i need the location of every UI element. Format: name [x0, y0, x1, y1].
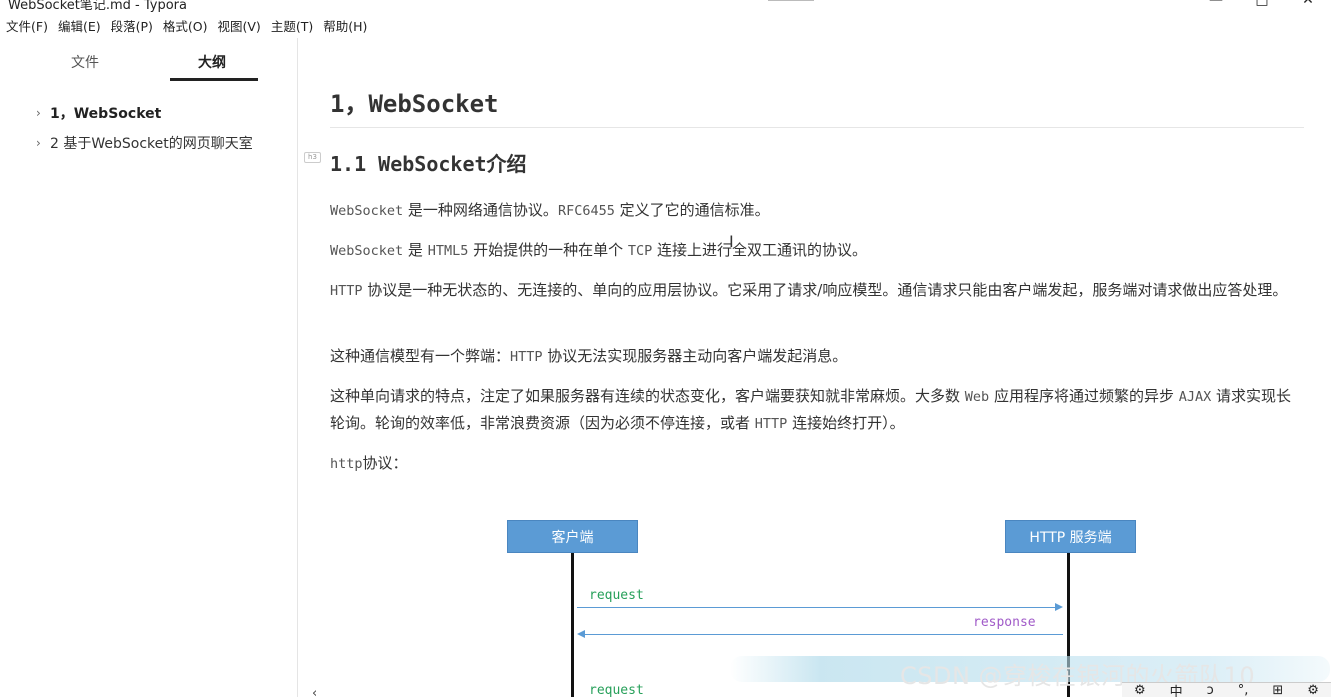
- outline-item-websocket[interactable]: › 1，WebSocket: [0, 98, 298, 128]
- menu-paragraph[interactable]: 段落(P): [111, 16, 153, 35]
- ime-settings-icon[interactable]: ⚙: [1134, 683, 1146, 697]
- paragraph-4: 这种通信模型有一个弊端：HTTP 协议无法实现服务器主动向客户端发起消息。: [330, 347, 848, 365]
- menu-theme[interactable]: 主题(T): [271, 16, 313, 35]
- client-lifeline: [571, 553, 574, 697]
- tab-outline[interactable]: 大纲: [198, 52, 226, 72]
- heading-level-marker: h3: [304, 152, 321, 163]
- ime-punctuation-icon[interactable]: °,: [1238, 683, 1249, 697]
- window-controls: — □ ✕: [1193, 0, 1331, 8]
- menu-help[interactable]: 帮助(H): [323, 16, 367, 35]
- close-button[interactable]: ✕: [1285, 0, 1331, 8]
- paragraph-3: HTTP 协议是一种无状态的、无连接的、单向的应用层协议。它采用了请求/响应模型…: [330, 281, 1288, 299]
- menu-view[interactable]: 视图(V): [218, 16, 261, 35]
- menu-file[interactable]: 文件(F): [6, 16, 48, 35]
- active-tab-indicator: [170, 78, 258, 81]
- message-label-response: response: [973, 615, 1036, 630]
- heading-2: 1.1 WebSocket介绍: [330, 152, 527, 176]
- menu-format[interactable]: 格式(O): [163, 16, 208, 35]
- maximize-button[interactable]: □: [1239, 0, 1285, 8]
- heading-rule: [330, 127, 1304, 128]
- paragraph-2: WebSocket 是 HTML5 开始提供的一种在单个 TCP 连接上进行全双…: [330, 241, 868, 259]
- sidebar-tabs: 文件 大纲: [0, 38, 297, 84]
- message-label-request-2: request: [589, 683, 644, 697]
- ime-toolbar: ⚙ 中 ɔ °, ⊞ ⚙: [1122, 682, 1331, 697]
- server-node: HTTP 服务端: [1005, 520, 1136, 553]
- outline-item-chatroom[interactable]: › 2 基于WebSocket的网页聊天室: [0, 128, 298, 158]
- chevron-right-icon[interactable]: ›: [36, 106, 50, 120]
- ime-gear-icon[interactable]: ⚙: [1307, 683, 1319, 697]
- ime-chinese-mode[interactable]: 中: [1170, 681, 1183, 697]
- title-bar-center-mark: [768, 0, 814, 3]
- tab-files[interactable]: 文件: [71, 52, 99, 72]
- menu-bar: 文件(F) 编辑(E) 段落(P) 格式(O) 视图(V) 主题(T) 帮助(H…: [0, 14, 377, 36]
- editor-content[interactable]: 1，WebSocket h3 1.1 WebSocket介绍 WebSocket…: [299, 38, 1331, 697]
- outline-list: › 1，WebSocket › 2 基于WebSocket的网页聊天室: [0, 98, 298, 158]
- client-node: 客户端: [507, 520, 638, 553]
- sidebar: 文件 大纲 › 1，WebSocket › 2 基于WebSocket的网页聊天…: [0, 38, 317, 697]
- arrow-response: [577, 630, 1063, 638]
- ime-moon-icon[interactable]: ɔ: [1207, 683, 1214, 697]
- menu-edit[interactable]: 编辑(E): [58, 16, 101, 35]
- paragraph-5: 这种单向请求的特点，注定了如果服务器有连续的状态变化，客户端要获知就非常麻烦。大…: [330, 387, 1292, 432]
- title-bar: WebSocket笔记.md - Typora — □ ✕: [0, 0, 1331, 12]
- arrow-request: [577, 603, 1063, 611]
- window-title: WebSocket笔记.md - Typora: [8, 0, 187, 12]
- chevron-right-icon[interactable]: ›: [36, 136, 50, 150]
- message-label-request: request: [589, 588, 644, 603]
- text-cursor-icon: I: [729, 232, 734, 251]
- ime-keyboard-icon[interactable]: ⊞: [1272, 683, 1283, 697]
- heading-1: 1，WebSocket: [330, 90, 499, 118]
- outline-item-label: 2 基于WebSocket的网页聊天室: [50, 136, 253, 152]
- paragraph-6: http协议：: [330, 454, 408, 472]
- outline-item-label: 1，WebSocket: [50, 106, 162, 122]
- minimize-button[interactable]: —: [1193, 0, 1239, 8]
- paragraph-1: WebSocket 是一种网络通信协议。RFC6455 定义了它的通信标准。: [330, 201, 770, 219]
